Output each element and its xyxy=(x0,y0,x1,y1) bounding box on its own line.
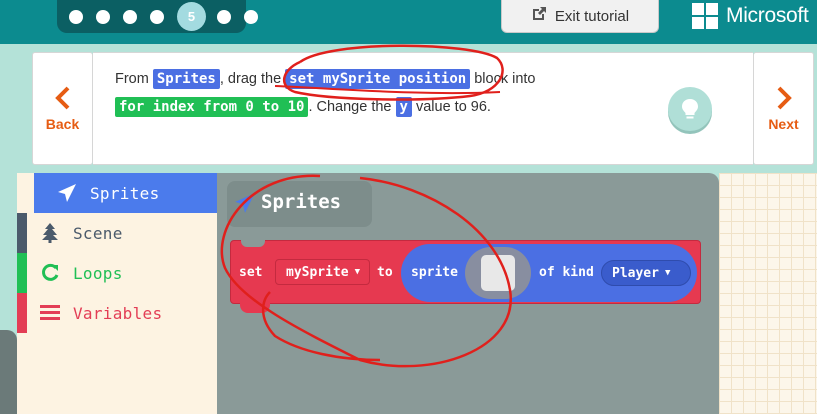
step-current[interactable]: 5 xyxy=(177,2,206,31)
toolbox-item-variables[interactable]: Variables xyxy=(17,293,217,333)
kind-dropdown[interactable]: Player ▼ xyxy=(601,260,691,286)
toolbox: Sprites Scene Loops Variables xyxy=(17,173,234,414)
block-notch xyxy=(241,240,265,247)
toolbox-item-scene[interactable]: Scene xyxy=(17,213,217,253)
toolbox-label-scene: Scene xyxy=(73,224,123,243)
category-color-bar xyxy=(34,173,44,213)
toolbox-label-sprites: Sprites xyxy=(90,184,160,203)
next-button[interactable]: Next xyxy=(753,52,814,165)
flyout-category-label: Sprites xyxy=(227,181,372,227)
toolbox-label-variables: Variables xyxy=(73,304,163,323)
workspace-grid[interactable] xyxy=(719,173,817,414)
microsoft-squares-icon xyxy=(692,3,718,29)
refresh-icon xyxy=(42,263,59,281)
step-dot-7[interactable] xyxy=(244,9,258,24)
hint-pill-for-index: for index from 0 to 10 xyxy=(115,97,309,117)
back-label: Back xyxy=(45,115,80,132)
hint-text-4: . Change the xyxy=(308,99,396,115)
set-sprite-block[interactable]: set mySprite ▼ to sprite of kind Player … xyxy=(230,240,701,304)
tutorial-step-indicator: 5 xyxy=(57,0,258,33)
caret-down-icon: ▼ xyxy=(354,267,361,277)
block-bottom-notch xyxy=(240,303,270,313)
toolbox-label-loops: Loops xyxy=(73,264,123,283)
category-color-bar xyxy=(17,253,27,293)
block-text-set: set xyxy=(239,265,263,280)
category-color-bar xyxy=(17,213,27,253)
hint-text-5: value to 96. xyxy=(411,99,491,115)
hint-pill-set-position: set mySprite position xyxy=(285,69,471,89)
step-dot-2[interactable] xyxy=(96,9,110,24)
exit-tutorial-label: Exit tutorial xyxy=(554,7,630,25)
brand-name: Microsoft xyxy=(726,4,809,27)
toolbox-item-loops[interactable]: Loops xyxy=(17,253,217,293)
lightbulb-icon xyxy=(682,99,698,119)
variable-dropdown-value: mySprite xyxy=(286,264,349,280)
next-label: Next xyxy=(768,115,799,132)
step-dot-6[interactable] xyxy=(217,9,231,24)
flyout-category-title: Sprites xyxy=(261,191,342,213)
step-dot-4[interactable] xyxy=(150,9,164,24)
hint-pill-y: y xyxy=(395,97,412,117)
step-dot-1[interactable] xyxy=(69,9,83,24)
create-sprite-reporter[interactable]: sprite of kind Player ▼ xyxy=(401,244,697,302)
hint-text-2: , drag the xyxy=(219,71,286,87)
reporter-text-sprite: sprite xyxy=(411,265,458,280)
tutorial-instruction: From Sprites, drag the set mySprite posi… xyxy=(115,65,635,121)
paper-plane-icon xyxy=(58,184,76,202)
top-bar: 5 Exit tutorial Microsoft xyxy=(0,0,817,44)
hint-button[interactable] xyxy=(668,87,712,131)
sprite-image-preview xyxy=(481,255,515,291)
block-text-to: to xyxy=(377,265,393,280)
exit-tutorial-button[interactable]: Exit tutorial xyxy=(501,0,659,33)
tree-icon xyxy=(42,223,58,243)
hint-text-1: From xyxy=(115,71,153,87)
hint-pill-sprites: Sprites xyxy=(152,69,220,89)
reporter-text-of-kind: of kind xyxy=(539,265,594,280)
microsoft-logo[interactable]: Microsoft xyxy=(692,3,809,29)
chevron-right-icon xyxy=(777,86,792,109)
toolbox-item-sprites[interactable]: Sprites xyxy=(34,173,234,213)
workspace-edge xyxy=(0,330,17,414)
caret-down-icon: ▼ xyxy=(664,268,671,278)
chevron-left-icon xyxy=(54,86,69,109)
kind-dropdown-value: Player xyxy=(612,265,659,281)
tutorial-hint-panel: From Sprites, drag the set mySprite posi… xyxy=(93,52,753,165)
list-icon xyxy=(40,305,60,320)
back-button[interactable]: Back xyxy=(32,52,93,165)
external-link-icon xyxy=(531,6,547,27)
variable-dropdown[interactable]: mySprite ▼ xyxy=(275,259,370,285)
sprite-image-field[interactable] xyxy=(465,247,531,299)
category-color-bar xyxy=(17,293,27,333)
hint-text-3: block into xyxy=(470,71,536,87)
step-dot-3[interactable] xyxy=(123,9,137,24)
paper-plane-icon xyxy=(235,193,255,213)
